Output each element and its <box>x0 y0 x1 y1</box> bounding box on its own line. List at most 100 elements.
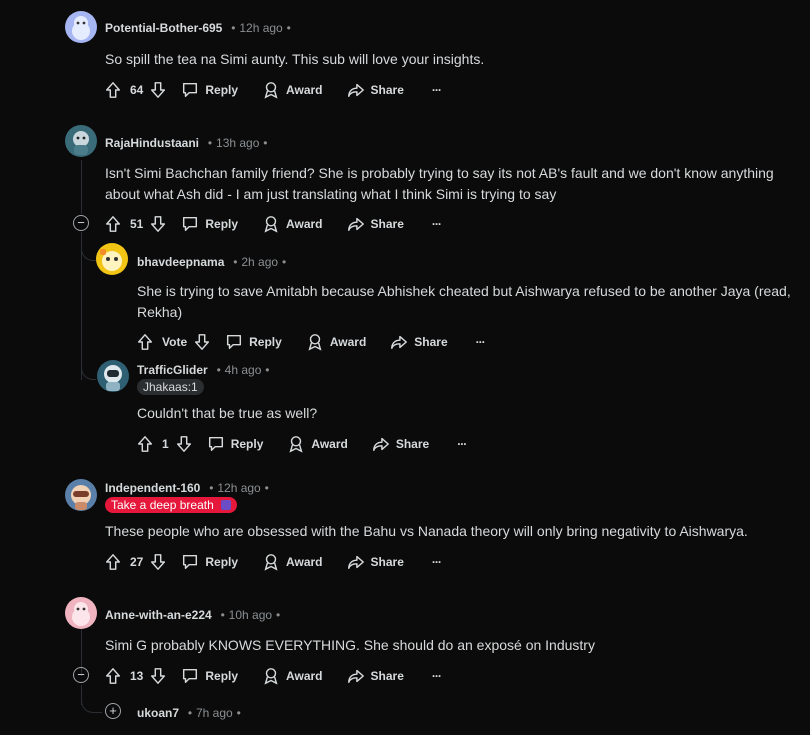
share-icon <box>347 667 365 685</box>
more-options-button[interactable]: ··· <box>432 83 442 97</box>
comment-time[interactable]: 7h ago <box>196 706 233 720</box>
collapse-thread-button[interactable]: − <box>73 215 89 231</box>
award-icon <box>262 553 280 571</box>
avatar[interactable] <box>65 11 97 43</box>
upvote-icon[interactable] <box>104 215 122 233</box>
downvote-icon[interactable] <box>149 667 167 685</box>
share-button[interactable]: Share <box>347 667 404 685</box>
thread-curve <box>81 355 96 380</box>
comment-author[interactable]: bhavdeepnama <box>137 255 224 269</box>
meta-dot: • <box>264 481 269 495</box>
comment-text: Isn't Simi Bachchan family friend? She i… <box>105 165 774 202</box>
downvote-icon[interactable] <box>193 333 211 351</box>
avatar[interactable] <box>97 360 129 392</box>
user-flair: Jhakaas:1 <box>137 379 204 395</box>
meta-dot: • <box>265 363 270 377</box>
reply-button[interactable]: Reply <box>181 81 238 99</box>
avatar[interactable] <box>65 479 97 511</box>
reply-button[interactable]: Reply <box>181 667 238 685</box>
reply-button[interactable]: Reply <box>181 553 238 571</box>
meta-dot: • <box>216 363 221 377</box>
more-options-button[interactable]: ··· <box>457 437 467 451</box>
avatar[interactable] <box>65 125 97 157</box>
comment-text: Simi G probably KNOWS EVERYTHING. She sh… <box>105 637 595 653</box>
reply-button[interactable]: Reply <box>225 333 282 351</box>
comment-author[interactable]: TrafficGlider <box>137 363 208 377</box>
reply-button[interactable]: Reply <box>181 215 238 233</box>
upvote-icon[interactable] <box>104 553 122 571</box>
comment-text: These people who are obsessed with the B… <box>105 523 748 539</box>
comment-time[interactable]: 10h ago <box>229 608 272 622</box>
downvote-icon[interactable] <box>149 215 167 233</box>
user-flair: Take a deep breath <box>105 497 238 513</box>
award-icon <box>262 215 280 233</box>
more-options-button[interactable]: ··· <box>432 669 442 683</box>
share-button[interactable]: Share <box>347 553 404 571</box>
share-button[interactable]: Share <box>390 333 448 351</box>
meta-dot: • <box>281 255 287 269</box>
comment-text: Couldn't that be true as well? <box>137 405 318 421</box>
share-icon <box>390 333 408 351</box>
comment-actions: 1 Reply Award Share ··· <box>136 432 467 456</box>
award-button[interactable]: Award <box>306 333 366 351</box>
downvote-icon[interactable] <box>149 81 167 99</box>
thread-curve <box>81 690 102 713</box>
comment-text: She is trying to save Amitabh because Ab… <box>137 283 791 320</box>
thread-curve <box>81 236 96 261</box>
meta-dot: • <box>209 481 214 495</box>
downvote-icon[interactable] <box>175 435 193 453</box>
reply-button[interactable]: Reply <box>207 435 263 453</box>
share-button[interactable]: Share <box>347 215 404 233</box>
collapse-thread-button[interactable]: − <box>73 667 89 683</box>
award-icon <box>262 81 280 99</box>
comment-time[interactable]: 2h ago <box>241 255 278 269</box>
comment-actions: 64 Reply Award Share ··· <box>104 78 442 102</box>
comment-author[interactable]: RajaHindustaani <box>105 136 199 150</box>
comment-author[interactable]: Anne-with-an-e224 <box>105 608 212 622</box>
upvote-icon[interactable] <box>136 333 154 351</box>
avatar[interactable] <box>65 597 97 629</box>
comment-author[interactable]: ukoan7 <box>137 706 179 720</box>
comment-text: So spill the tea na Simi aunty. This sub… <box>105 51 485 67</box>
thread-line <box>81 160 82 214</box>
meta-dot: • <box>286 21 291 35</box>
award-icon <box>262 667 280 685</box>
share-button[interactable]: Share <box>347 81 404 99</box>
comment-time[interactable]: 12h ago <box>217 481 260 495</box>
comment-time[interactable]: 13h ago <box>216 136 259 150</box>
share-button[interactable]: Share <box>372 435 429 453</box>
award-button[interactable]: Award <box>262 667 323 685</box>
vote-score: 51 <box>130 217 144 231</box>
award-icon <box>306 333 324 351</box>
upvote-icon[interactable] <box>104 81 122 99</box>
comment-actions: 13 Reply Award Share ··· <box>104 664 442 688</box>
meta-dot: • <box>275 608 281 622</box>
more-options-button[interactable]: ··· <box>476 335 486 349</box>
vote-score: 27 <box>130 555 144 569</box>
share-icon <box>347 553 365 571</box>
award-button[interactable]: Award <box>262 215 323 233</box>
more-options-button[interactable]: ··· <box>432 555 442 569</box>
meta-dot: • <box>231 21 236 35</box>
share-icon <box>372 435 390 453</box>
vote-score: 13 <box>130 669 144 683</box>
comment-actions: Vote Reply Award Share ··· <box>136 330 486 354</box>
meta-dot: • <box>236 706 241 720</box>
avatar[interactable] <box>96 243 128 275</box>
award-button[interactable]: Award <box>262 81 323 99</box>
comment-time[interactable]: 4h ago <box>225 363 262 377</box>
award-button[interactable]: Award <box>262 553 323 571</box>
reply-icon <box>181 81 199 99</box>
reply-icon <box>225 333 243 351</box>
expand-thread-button[interactable]: + <box>105 703 121 719</box>
upvote-icon[interactable] <box>136 435 154 453</box>
more-options-button[interactable]: ··· <box>432 217 442 231</box>
comment-time[interactable]: 12h ago <box>239 21 282 35</box>
comment-actions: 51 Reply Award Share ··· <box>104 212 442 236</box>
downvote-icon[interactable] <box>149 553 167 571</box>
award-button[interactable]: Award <box>287 435 348 453</box>
comment-author[interactable]: Independent-160 <box>105 481 200 495</box>
comment-author[interactable]: Potential-Bother-695 <box>105 21 222 35</box>
vote-score: 1 <box>162 437 169 451</box>
upvote-icon[interactable] <box>104 667 122 685</box>
